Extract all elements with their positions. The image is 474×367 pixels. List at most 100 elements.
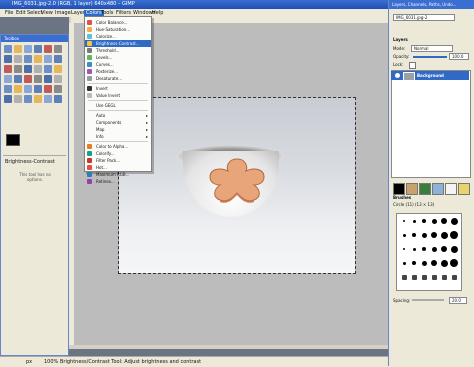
foreground-select-tool-icon[interactable] [4,55,12,63]
paths-tool-icon[interactable] [14,55,22,63]
ink-tool-icon[interactable] [24,85,32,93]
colors-menu-item[interactable]: Brightness-Contrast... [85,40,151,47]
eraser-tool-icon[interactable] [4,85,12,93]
colors-menu-item[interactable]: Colorify... [85,150,151,157]
brush-preset[interactable] [440,231,448,239]
spacing-slider[interactable] [412,299,444,301]
clone-tool-icon[interactable] [34,85,42,93]
brush-preset[interactable] [422,219,426,223]
perspective-tool-icon[interactable] [54,65,62,73]
blend-tool-icon[interactable] [34,75,42,83]
pencil-tool-icon[interactable] [44,75,52,83]
colors-menu-item[interactable]: Hot... [85,164,151,171]
brush-preset[interactable] [431,232,437,238]
unit-selector[interactable]: px [26,359,32,365]
brush-preset[interactable] [411,274,417,280]
colors-menu-item[interactable]: Levels... [85,54,151,61]
brush-preset[interactable] [441,246,447,252]
brush-preset[interactable] [450,245,458,253]
text-tool-icon[interactable] [14,75,22,83]
pattern-swatch[interactable] [393,183,405,195]
airbrush-tool-icon[interactable] [14,85,22,93]
brush-preset[interactable] [431,246,437,252]
brush-preset[interactable] [431,274,437,280]
scale-tool-icon[interactable] [34,65,42,73]
brush-preset[interactable] [412,247,416,251]
scissors-tool-icon[interactable] [54,45,62,53]
pattern-swatch[interactable] [445,183,457,195]
brush-preset[interactable] [401,274,407,280]
brush-preset[interactable] [450,259,458,267]
brush-preset[interactable] [421,260,427,266]
zoom-alt-tool-icon[interactable] [34,95,42,103]
zoom-tool-icon[interactable] [34,55,42,63]
brush-preset[interactable] [412,233,416,237]
color-select-tool-icon[interactable] [44,45,52,53]
brush-preset[interactable] [402,233,406,237]
fuzzy-select-tool-icon[interactable] [34,45,42,53]
colors-menu-item[interactable]: Retinex... [85,178,151,185]
menu-help[interactable]: Help [150,10,165,16]
colors-menu-item[interactable]: Threshold... [85,47,151,54]
brush-preset[interactable] [403,248,405,250]
opacity-field[interactable]: 100.0 [449,53,469,60]
pattern-swatch[interactable] [432,183,444,195]
opacity-slider[interactable] [413,56,447,58]
measure-tool-icon[interactable] [44,55,52,63]
brightness-contrast-tool-icon[interactable] [44,95,52,103]
color-picker-tool-icon[interactable] [24,55,32,63]
brush-preset[interactable] [421,232,427,238]
brush-preset[interactable] [450,217,458,225]
brush-preset[interactable] [441,274,447,280]
colors-menu-item[interactable]: Info ▸ [85,133,151,140]
colors-menu-item[interactable]: Use GEGL [85,102,151,109]
pattern-swatch[interactable] [406,183,418,195]
colors-menu-item[interactable]: Filter Pack... [85,157,151,164]
colors-menu-item[interactable]: Hue-Saturation... [85,26,151,33]
paintbrush-tool-icon[interactable] [54,75,62,83]
dodge-burn-tool-icon[interactable] [24,95,32,103]
colors-menu-item[interactable]: Maximum RGB... [85,171,151,178]
foreground-color-swatch[interactable] [6,134,20,146]
blur-tool-icon[interactable] [4,95,12,103]
colors-menu-item[interactable]: Curves... [85,61,151,68]
crop-tool-icon[interactable] [14,65,22,73]
brush-preset[interactable] [421,274,427,280]
brush-preset[interactable] [412,261,416,265]
align-tool-icon[interactable] [4,65,12,73]
eye-icon[interactable] [395,73,400,78]
image-selector[interactable]: IMG_6031.jpg-2 [393,14,455,21]
colors-menu-item[interactable]: Posterize... [85,68,151,75]
brush-preset[interactable] [402,261,406,265]
lock-alpha-checkbox[interactable] [409,62,416,69]
colors-menu-item[interactable]: Value Invert [85,92,151,99]
levels-tool-icon[interactable] [54,95,62,103]
brush-preset[interactable] [431,260,437,266]
colors-menu-item[interactable]: Desaturate... [85,75,151,82]
colors-menu-item[interactable]: Components ▸ [85,119,151,126]
perspective-clone-tool-icon[interactable] [54,85,62,93]
brush-preset[interactable] [403,220,405,222]
move-tool-icon[interactable] [54,55,62,63]
spacing-field[interactable]: 20.0 [449,297,467,304]
smudge-tool-icon[interactable] [14,95,22,103]
zoom-selector[interactable]: 100% [44,359,58,365]
colors-menu-item[interactable]: Auto ▸ [85,112,151,119]
bucket-fill-tool-icon[interactable] [24,75,32,83]
brush-preset[interactable] [422,247,426,251]
free-select-tool-icon[interactable] [24,45,32,53]
brush-preset[interactable] [441,218,447,224]
rect-select-tool-icon[interactable] [4,45,12,53]
shear-tool-icon[interactable] [44,65,52,73]
brush-preset[interactable] [431,218,437,224]
pattern-swatch[interactable] [458,183,470,195]
heal-tool-icon[interactable] [44,85,52,93]
flip-tool-icon[interactable] [4,75,12,83]
colors-menu-item[interactable]: Color to Alpha... [85,143,151,150]
pattern-swatch[interactable] [419,183,431,195]
colors-menu-item[interactable]: Colorize... [85,33,151,40]
brush-preset[interactable] [412,219,416,223]
colors-menu-item[interactable]: Color Balance... [85,19,151,26]
brush-preset[interactable] [450,231,458,239]
brush-preset[interactable] [440,259,448,267]
